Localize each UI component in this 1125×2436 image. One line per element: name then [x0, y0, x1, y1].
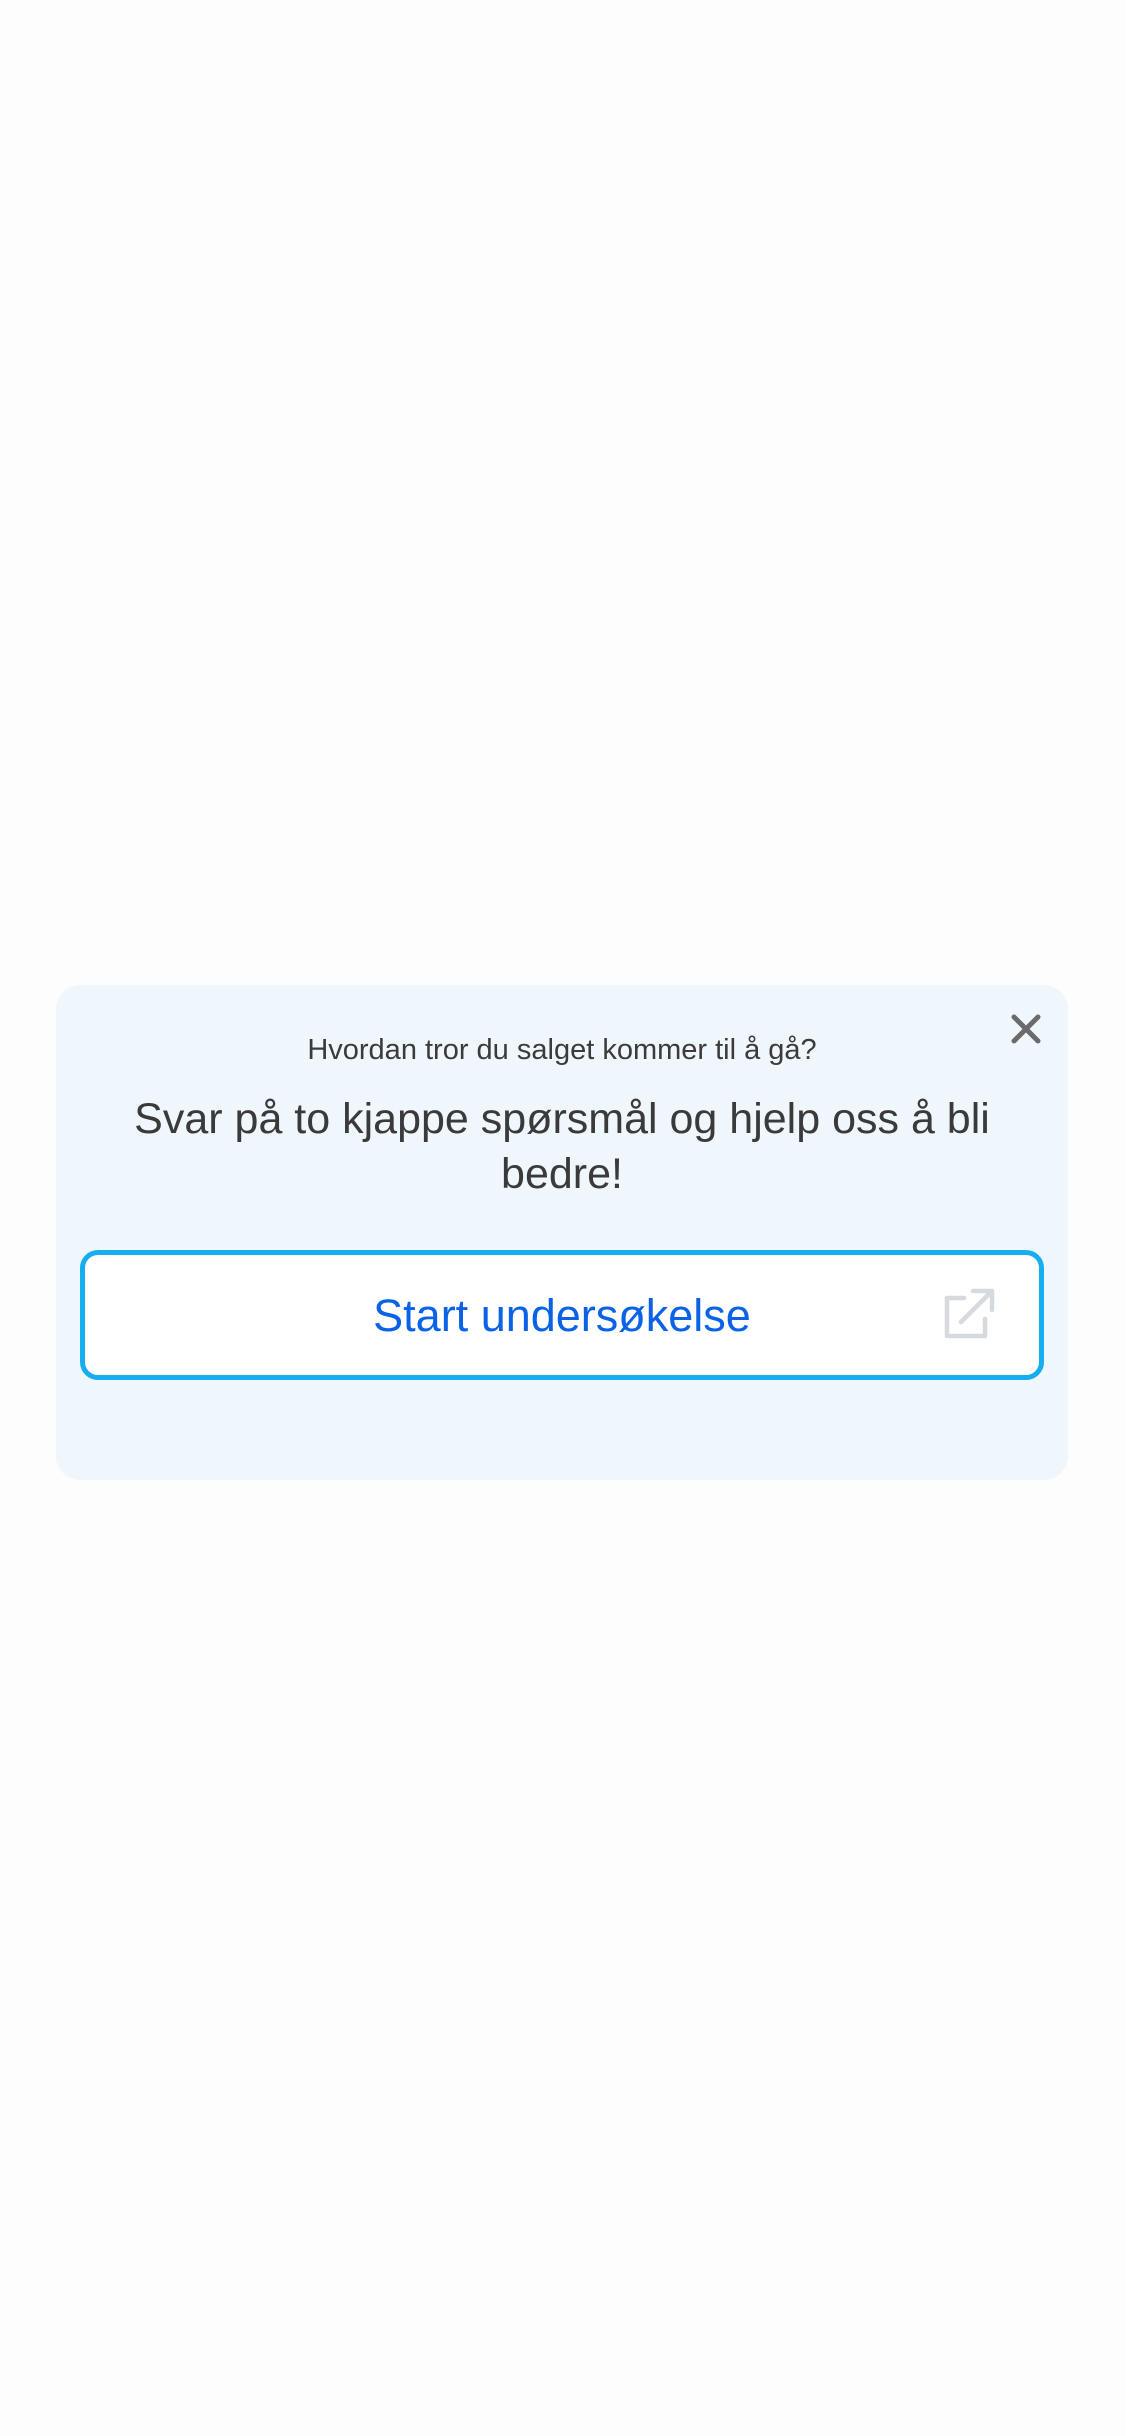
- start-survey-button[interactable]: Start undersøkelse: [80, 1250, 1044, 1380]
- external-link-icon: [939, 1286, 997, 1344]
- survey-headline: Svar på to kjappe spørsmål og hjelp oss …: [134, 1095, 990, 1198]
- start-survey-label: Start undersøkelse: [373, 1289, 751, 1341]
- survey-card: Hvordan tror du salget kommer til å gå? …: [56, 985, 1068, 1480]
- survey-question: Hvordan tror du salget kommer til å gå?: [307, 1034, 817, 1066]
